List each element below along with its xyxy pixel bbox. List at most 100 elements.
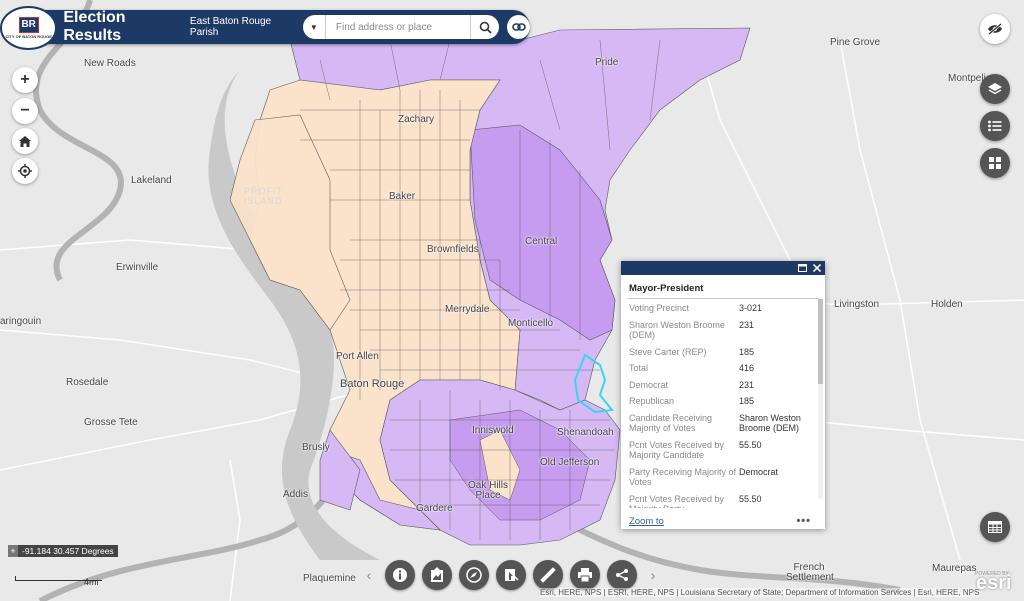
field-value: 185 (739, 346, 755, 357)
place-label-lakeland: Lakeland (131, 175, 172, 186)
popup-row: Total 416 (629, 363, 817, 374)
zoom-in-button[interactable]: + (12, 67, 38, 93)
share-button[interactable] (607, 560, 637, 590)
popup-row: Candidate Receiving Majority of Votes Sha… (629, 413, 817, 434)
plus-icon: + (20, 71, 30, 88)
info-icon (393, 568, 407, 582)
place-label-port-allen: Port Allen (336, 351, 379, 362)
field-label: Pcnt Votes Received by Majority Party (629, 493, 725, 509)
measure-button[interactable] (533, 560, 563, 590)
place-label-merrydale: Merrydale (445, 304, 490, 315)
print-button[interactable] (570, 560, 600, 590)
field-label: Pcnt Votes Received by Majority Candidat… (629, 439, 725, 461)
place-label-baker: Baker (389, 191, 416, 202)
place-label-pride: Pride (595, 57, 619, 68)
home-icon (19, 135, 31, 147)
field-label: Democrat (629, 379, 669, 390)
place-label-monticello: Monticello (508, 318, 554, 329)
share-icon (616, 569, 628, 581)
place-label-zachary: Zachary (398, 114, 435, 125)
legend-button[interactable] (980, 111, 1010, 141)
field-label: Party Receiving Majority of Votes (629, 466, 737, 488)
zoom-out-button[interactable]: − (12, 98, 38, 124)
basemap-button[interactable] (980, 148, 1010, 178)
list-icon (988, 120, 1002, 132)
place-label-addis: Addis (283, 489, 309, 500)
app-header: BR CITY OF BATON ROUGE Election Results … (2, 8, 530, 48)
basemap-gallery-button[interactable] (422, 560, 452, 590)
place-label-old-jefferson: Old Jefferson (540, 457, 600, 468)
place-label-central: Central (525, 236, 558, 247)
app-subtitle: East Baton Rouge Parish (189, 16, 272, 38)
popup-titlebar (621, 261, 825, 275)
logo-badge: BR (18, 17, 39, 33)
field-label: Republican (629, 396, 675, 406)
place-label-maurepas: Maurepas (932, 563, 977, 574)
popup-row: Pcnt Votes Received by Majority Candidat… (629, 440, 817, 461)
place-label-gardere: Gardere (416, 503, 453, 514)
about-button[interactable] (385, 560, 415, 590)
basemap-gallery-icon (431, 567, 443, 582)
place-label-oak-hills-place: Oak Hills Place (468, 480, 509, 501)
place-label-grosse-tete: Grosse Tete (84, 417, 138, 428)
coordinate-text: -91.184 30.457 Degrees (22, 546, 114, 556)
feature-popup: Mayor-President Voting Precinct 3-021 Sha… (621, 261, 825, 529)
eye-off-icon (988, 23, 1002, 35)
hide-ui-button[interactable] (980, 14, 1010, 44)
island-label: PROFIT ISLAND (244, 186, 283, 206)
measurement-button[interactable] (459, 560, 489, 590)
attribute-table-button[interactable] (980, 512, 1010, 542)
directions-button[interactable] (496, 560, 526, 590)
directions-icon (505, 569, 519, 581)
field-value: 231 (739, 319, 755, 330)
place-label-baton-rouge: Baton Rouge (340, 378, 405, 390)
field-value: 231 (739, 379, 755, 390)
search-button[interactable] (470, 15, 499, 39)
close-icon[interactable] (813, 264, 821, 272)
popup-scrollbar[interactable] (818, 299, 823, 499)
place-label-maringouin: aringouin (0, 316, 42, 327)
place-label-new-roads: New Roads (84, 58, 136, 69)
maximize-icon[interactable] (798, 264, 807, 272)
layers-button[interactable] (980, 74, 1010, 104)
share-link-button[interactable] (507, 15, 530, 39)
field-value: 55.50 (739, 493, 762, 504)
coordinate-toggle-button[interactable]: + (8, 545, 18, 557)
locate-icon (18, 164, 32, 178)
scrollbar-thumb[interactable] (818, 299, 823, 384)
popup-row: Party Receiving Majority of Votes Democra… (629, 467, 817, 488)
search-box: ▼ Find address or place (302, 15, 500, 39)
place-label-brownfields: Brownfields (427, 244, 479, 255)
app-title: Election Results (63, 9, 126, 44)
map-attribution: Esri, HERE, NPS | ESRI, HERE, NPS | Loui… (540, 588, 980, 597)
table-icon (988, 521, 1002, 533)
field-value: 3-021 (739, 303, 763, 313)
locate-button[interactable] (12, 158, 38, 184)
measure-icon (540, 567, 556, 583)
place-label-pine-grove: Pine Grove (830, 37, 881, 48)
popup-row: Pcnt Votes Received by Majority Party 55.… (629, 494, 817, 509)
place-label-plaquemine: Plaquemine (303, 573, 356, 584)
minus-icon: − (20, 102, 30, 119)
field-value: Democrat (739, 466, 779, 477)
place-label-shenandoah: Shenandoah (557, 427, 614, 438)
chevron-down-icon: ▼ (309, 22, 318, 32)
city-logo: BR CITY OF BATON ROUGE (2, 8, 56, 48)
toolbar-next-button[interactable]: › (644, 567, 662, 583)
grid-icon (989, 157, 1001, 169)
more-options-button[interactable]: ••• (796, 515, 811, 527)
print-icon (578, 568, 592, 582)
logo-text: CITY OF BATON ROUGE (5, 34, 52, 39)
search-source-dropdown[interactable]: ▼ (303, 15, 326, 39)
home-button[interactable] (12, 128, 38, 154)
toolbar-prev-button[interactable]: ‹ (360, 567, 378, 583)
place-label-livingston: Livingston (834, 299, 880, 310)
popup-footer: Zoom to ••• (621, 513, 825, 529)
field-value: 185 (739, 396, 755, 406)
zoom-to-link[interactable]: Zoom to (629, 516, 664, 527)
popup-row: Voting Precinct 3-021 (629, 303, 817, 314)
search-input[interactable]: Find address or place (326, 22, 470, 33)
esri-logo[interactable]: esri (976, 572, 1012, 595)
place-label-erwinville: Erwinville (116, 262, 159, 273)
scale-label: 4mi (84, 577, 99, 587)
